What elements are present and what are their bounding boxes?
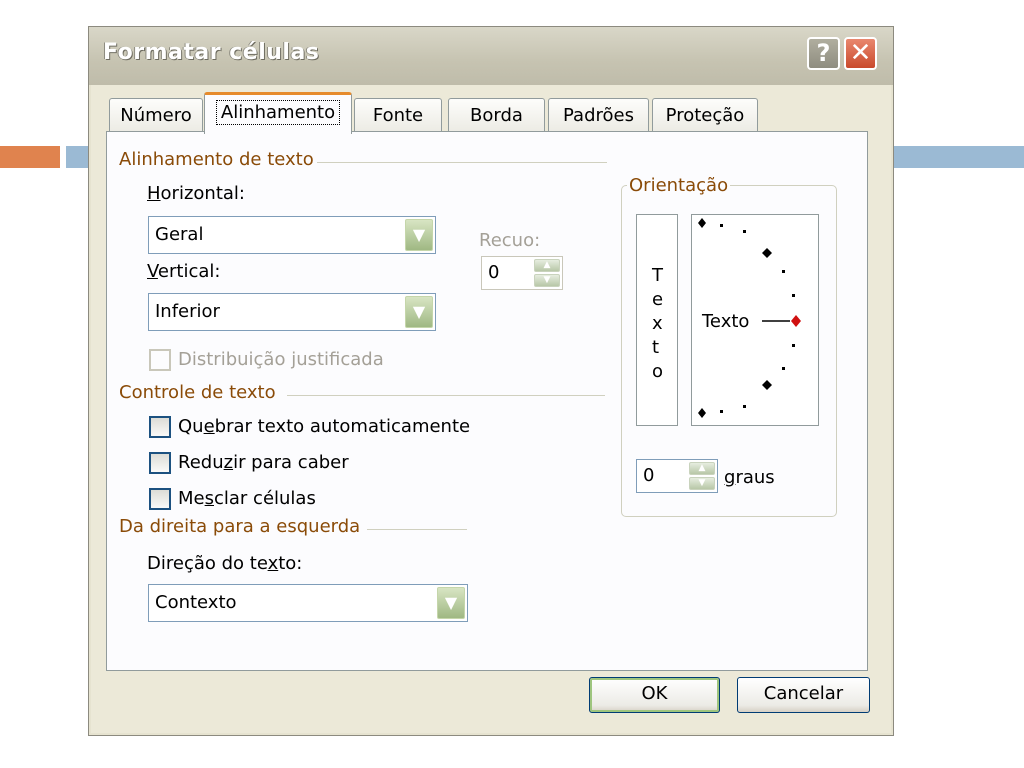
horizontal-label: Horizontal:: [147, 183, 245, 204]
ok-button[interactable]: OK: [589, 677, 720, 713]
wrap-text-label: Quebrar texto automaticamente: [178, 416, 471, 437]
dial-dot: [743, 405, 746, 408]
spin-down-icon[interactable]: ▼: [689, 477, 715, 490]
dial-dot: [782, 367, 785, 370]
spin-up-icon[interactable]: ▲: [689, 462, 715, 475]
indent-spinner[interactable]: 0 ▲ ▼: [481, 256, 563, 290]
tab-fonte[interactable]: Fonte: [354, 98, 442, 132]
vertical-label: Vertical:: [147, 261, 221, 282]
vertical-text-toggle[interactable]: T e x t o: [636, 214, 678, 426]
degrees-value: 0: [643, 465, 655, 486]
justify-distributed-label: Distribuição justificada: [178, 349, 384, 370]
horizontal-select-value: Geral: [155, 224, 204, 245]
close-button[interactable]: ✕: [844, 37, 877, 70]
spin-down-icon[interactable]: ▼: [534, 274, 560, 287]
chevron-down-icon[interactable]: ▼: [405, 296, 433, 328]
alignment-tab-panel: Alinhamento de texto Horizontal: Geral ▼…: [106, 131, 868, 671]
dial-marker-large: [762, 248, 772, 258]
text-control-group-title: Controle de texto: [119, 382, 276, 403]
help-icon: ?: [816, 39, 831, 67]
degrees-spinner[interactable]: 0 ▲ ▼: [636, 459, 718, 493]
dial-text: Texto: [702, 311, 750, 332]
format-cells-dialog: Formatar células ? ✕ Número Alinhamento …: [88, 26, 894, 736]
justify-distributed-checkbox[interactable]: [149, 349, 171, 371]
help-button[interactable]: ?: [807, 37, 840, 70]
dial-dot: [720, 224, 723, 227]
indent-label: Recuo:: [479, 230, 541, 251]
dial-marker-large: [698, 408, 706, 418]
orientation-dial[interactable]: Texto: [691, 214, 819, 426]
vertical-select[interactable]: Inferior ▼: [148, 293, 436, 331]
text-direction-label: Direção do texto:: [147, 553, 303, 574]
degrees-spin-buttons[interactable]: ▲ ▼: [689, 462, 715, 490]
shrink-to-fit-checkbox[interactable]: [149, 452, 171, 474]
tab-label: Borda: [470, 105, 523, 126]
tab-padroes[interactable]: Padrões: [548, 98, 649, 132]
tab-label: Fonte: [372, 105, 424, 126]
dialog-title: Formatar células: [103, 40, 320, 65]
dialog-titlebar[interactable]: Formatar células ? ✕: [89, 27, 893, 85]
shrink-to-fit-label: Reduzir para caber: [178, 452, 349, 473]
slide-accent-blue-bar-right: [893, 146, 1024, 168]
orientation-group-title: Orientação: [627, 175, 731, 196]
slide-accent-orange-bar: [0, 146, 60, 168]
tab-label: Proteção: [665, 105, 745, 126]
chevron-down-icon[interactable]: ▼: [405, 219, 433, 251]
rtl-group-title: Da direita para a esquerda: [119, 516, 361, 537]
tab-label: Número: [120, 105, 192, 126]
cancel-button[interactable]: Cancelar: [737, 677, 870, 713]
group-divider: [287, 395, 605, 396]
dial-dot: [743, 230, 746, 233]
group-divider: [317, 162, 607, 163]
slide-accent-blue-bar-left: [66, 146, 90, 168]
chevron-down-icon[interactable]: ▼: [437, 587, 465, 619]
horizontal-select[interactable]: Geral ▼: [148, 216, 436, 254]
dial-dot: [792, 294, 795, 297]
text-alignment-group-title: Alinhamento de texto: [119, 149, 314, 170]
merge-cells-label: Mesclar células: [178, 488, 316, 509]
tab-label: Padrões: [563, 105, 634, 126]
vertical-text-letter: e: [652, 289, 664, 310]
degrees-label: graus: [724, 467, 775, 488]
vertical-text-letter: x: [652, 313, 663, 334]
vertical-select-value: Inferior: [155, 301, 220, 322]
merge-cells-checkbox[interactable]: [149, 488, 171, 510]
tab-protecao[interactable]: Proteção: [652, 98, 758, 132]
wrap-text-checkbox[interactable]: [149, 416, 171, 438]
tab-alinhamento[interactable]: Alinhamento: [204, 92, 352, 134]
close-icon: ✕: [849, 38, 872, 68]
tab-borda[interactable]: Borda: [448, 98, 545, 132]
vertical-text-letter: t: [652, 337, 660, 358]
dial-dot: [792, 344, 795, 347]
indent-spin-buttons[interactable]: ▲ ▼: [534, 259, 560, 287]
vertical-text-letter: o: [652, 361, 664, 382]
dial-marker-large: [762, 380, 772, 390]
tab-numero[interactable]: Número: [109, 98, 203, 132]
dial-dot: [782, 270, 785, 273]
group-divider: [367, 529, 467, 530]
dial-marker-large: [698, 218, 706, 228]
tab-label: Alinhamento: [215, 100, 341, 125]
text-direction-select[interactable]: Contexto ▼: [148, 584, 468, 622]
dial-dot: [720, 410, 723, 413]
vertical-text-letter: T: [652, 265, 663, 286]
text-direction-select-value: Contexto: [155, 592, 237, 613]
dial-pointer-marker: [791, 315, 801, 327]
spin-up-icon[interactable]: ▲: [534, 259, 560, 272]
indent-value: 0: [488, 262, 500, 283]
